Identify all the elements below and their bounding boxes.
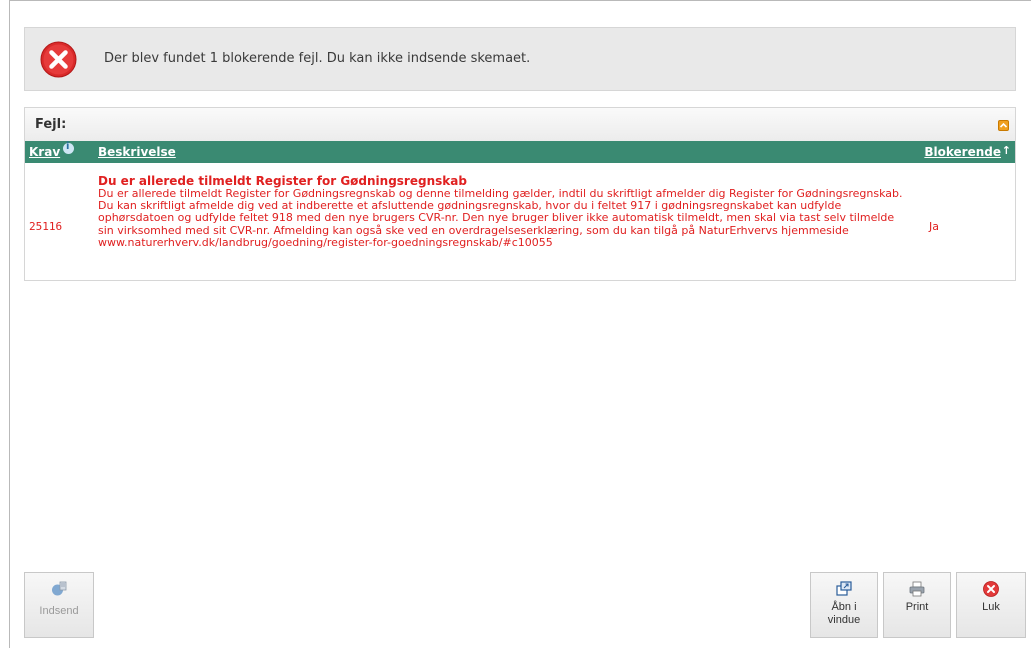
close-button[interactable]: Luk	[956, 572, 1026, 638]
indsend-label: Indsend	[39, 605, 79, 617]
open-label-line1: Åbn i	[831, 601, 857, 613]
collapse-button[interactable]	[998, 120, 1009, 131]
blokerende-cell: Ja	[929, 220, 939, 233]
open-label-line2: vindue	[827, 614, 861, 626]
error-icon	[40, 41, 77, 78]
table-header: Krav i Beskrivelse Blokerende ↑	[25, 141, 1015, 163]
krav-cell: 25116	[29, 220, 63, 233]
description-cell: Du er allerede tilmeldt Register for Gød…	[98, 175, 910, 249]
alert-message: Der blev fundet 1 blokerende fejl. Du ka…	[104, 51, 531, 66]
info-icon[interactable]: i	[63, 141, 74, 154]
chevron-up-icon	[1000, 122, 1007, 128]
column-header-krav[interactable]: Krav	[29, 145, 60, 159]
panel-header: Fejl:	[25, 108, 1015, 141]
error-description: Du er allerede tilmeldt Register for Gød…	[98, 187, 903, 249]
column-header-beskrivelse[interactable]: Beskrivelse	[98, 145, 176, 159]
print-button[interactable]: Print	[883, 572, 951, 638]
close-icon	[983, 581, 999, 597]
error-title: Du er allerede tilmeldt Register for Gød…	[98, 174, 467, 188]
column-header-blokerende[interactable]: Blokerende	[924, 145, 1001, 159]
close-label: Luk	[982, 601, 1000, 613]
send-icon	[52, 581, 67, 596]
panel-title: Fejl:	[35, 117, 67, 132]
errors-panel: Fejl: Krav i Beskrivelse Blokerende ↑ 25…	[24, 107, 1016, 281]
indsend-button[interactable]: Indsend	[24, 572, 94, 638]
dialog-frame	[9, 0, 1031, 648]
open-window-icon	[836, 581, 852, 596]
sort-arrow-icon: ↑	[1001, 144, 1011, 157]
print-label: Print	[905, 601, 929, 613]
open-in-window-button[interactable]: Åbn i vindue	[810, 572, 878, 638]
error-alert: Der blev fundet 1 blokerende fejl. Du ka…	[24, 27, 1016, 91]
printer-icon	[909, 581, 925, 597]
